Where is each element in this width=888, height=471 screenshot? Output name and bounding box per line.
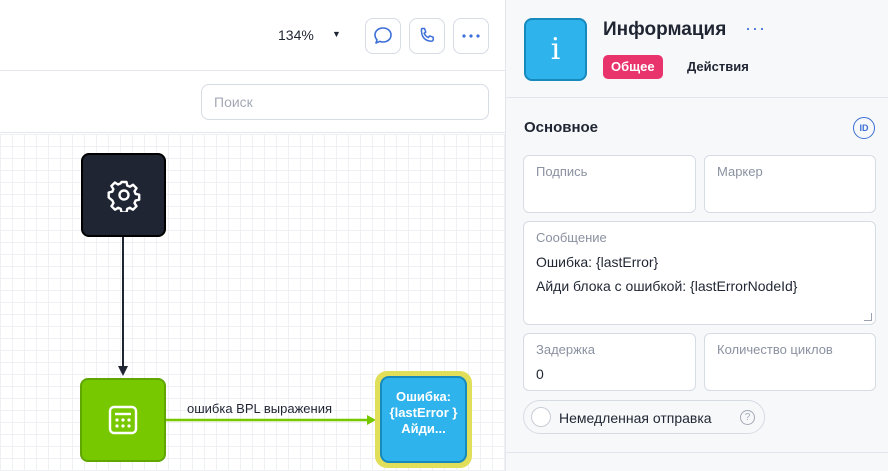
signature-label: Подпись — [536, 164, 588, 179]
message-label: Сообщение — [536, 230, 607, 245]
info-icon-glyph: i — [550, 32, 561, 67]
connector-arrowhead — [118, 366, 128, 376]
resize-handle-icon[interactable] — [864, 313, 872, 321]
id-icon[interactable]: ID — [853, 117, 875, 139]
immediate-send-toggle[interactable]: Немедленная отправка ? — [523, 400, 765, 434]
tab-actions[interactable]: Действия — [687, 59, 749, 74]
id-icon-text: ID — [859, 123, 869, 133]
panel-title: Информация — [603, 19, 727, 40]
message-field[interactable]: Сообщение Ошибка: {lastError} Айди блока… — [523, 221, 876, 325]
signature-field[interactable]: Подпись — [523, 155, 696, 213]
marker-field[interactable]: Маркер — [704, 155, 876, 213]
gear-icon — [107, 180, 140, 212]
app-root: 134% ▼ Поиск ошибка BPL выражения Ошибка… — [0, 0, 888, 471]
info-icon: i — [524, 18, 587, 81]
loop-count-label: Количество циклов — [717, 342, 833, 357]
loop-count-field[interactable]: Количество циклов — [704, 333, 876, 391]
panel-footer — [506, 452, 888, 471]
expression-node[interactable] — [80, 378, 166, 462]
panel-header: i Информация ··· Общее Действия — [506, 0, 888, 98]
start-node[interactable] — [81, 153, 166, 237]
toggle-knob[interactable] — [531, 407, 551, 427]
delay-label: Задержка — [536, 342, 596, 357]
calculator-icon — [108, 405, 138, 435]
workflow-editor: 134% ▼ Поиск ошибка BPL выражения Ошибка… — [0, 0, 505, 471]
info-node-text: Ошибка: {lastError } Айди... — [389, 389, 458, 436]
help-icon[interactable]: ? — [740, 410, 755, 425]
edge-label: ошибка BPL выражения — [187, 401, 332, 416]
tab-general[interactable]: Общее — [603, 55, 663, 79]
delay-value: 0 — [536, 366, 544, 382]
delay-field[interactable]: Задержка 0 — [523, 333, 696, 391]
more-dots-icon[interactable]: ··· — [745, 18, 766, 39]
properties-panel: i Информация ··· Общее Действия Основное… — [505, 0, 888, 471]
immediate-send-label: Немедленная отправка — [559, 410, 712, 426]
message-value: Ошибка: {lastError} Айди блока с ошибкой… — [536, 254, 798, 294]
section-title: Основное — [524, 119, 599, 136]
info-node[interactable]: Ошибка: {lastError } Айди... — [380, 376, 467, 463]
marker-label: Маркер — [717, 164, 763, 179]
